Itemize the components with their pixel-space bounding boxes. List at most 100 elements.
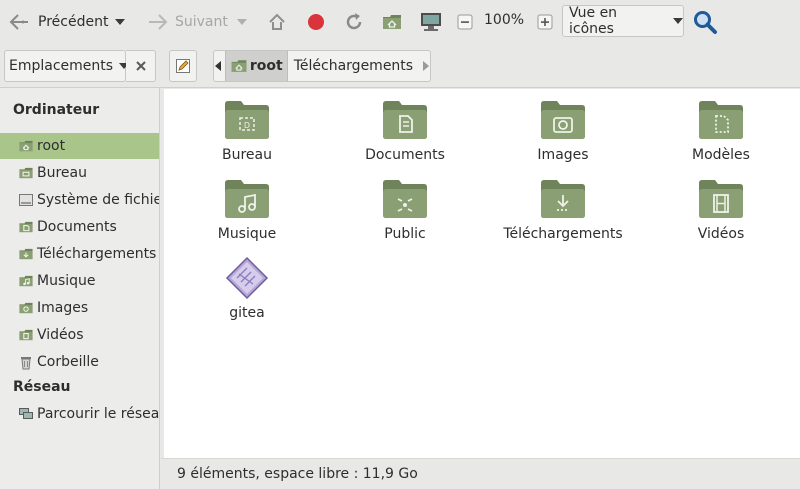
- file-name: Documents: [365, 147, 445, 163]
- sidebar-item-label: Parcourir le réseau: [37, 406, 159, 422]
- home-folder-icon: [231, 60, 247, 72]
- sidebar-item-downloads[interactable]: Téléchargements: [0, 241, 159, 267]
- sidebar: Ordinateur root Bureau Système de fichie…: [0, 88, 160, 489]
- desktop-folder-icon: D: [225, 101, 269, 139]
- documents-folder-icon: [383, 101, 427, 139]
- file-item-bureau[interactable]: D Bureau: [177, 98, 317, 163]
- music-folder-icon: [19, 275, 33, 287]
- breadcrumb-scroll-right[interactable]: [419, 51, 430, 81]
- chevron-down-icon: [115, 19, 125, 25]
- up-arrow-icon: [269, 13, 285, 30]
- network-icon: [19, 408, 33, 419]
- breadcrumb-scroll-left[interactable]: [214, 51, 225, 81]
- view-mode-select[interactable]: Vue en icônes: [562, 5, 684, 37]
- sidebar-item-images[interactable]: Images: [0, 295, 159, 321]
- main-toolbar: Précédent Suivant 100% Vue en icônes: [0, 0, 800, 44]
- toggle-location-entry-button[interactable]: [169, 50, 197, 82]
- sidebar-item-videos[interactable]: Vidéos: [0, 322, 159, 348]
- chevron-down-icon: [237, 19, 247, 25]
- svg-text:D: D: [244, 121, 250, 130]
- file-item-telechargements[interactable]: Téléchargements: [493, 177, 633, 242]
- sidebar-item-filesystem[interactable]: Système de fichiers: [0, 187, 159, 213]
- sidebar-item-label: Corbeille: [37, 354, 99, 370]
- forward-arrow-icon: [149, 14, 168, 30]
- file-item-documents[interactable]: Documents: [335, 98, 475, 163]
- zoom-out-button[interactable]: [457, 6, 473, 38]
- pictures-folder-icon: [19, 302, 33, 314]
- zoom-in-icon: [537, 14, 553, 30]
- zoom-level: 100%: [484, 12, 525, 28]
- search-button[interactable]: [692, 6, 718, 38]
- up-button[interactable]: [266, 6, 288, 38]
- chevron-down-icon: [673, 18, 683, 24]
- sidebar-item-documents[interactable]: Documents: [0, 214, 159, 240]
- file-item-videos[interactable]: Vidéos: [651, 177, 791, 242]
- file-name: gitea: [229, 305, 265, 321]
- videos-folder-icon: [699, 180, 743, 218]
- sidebar-item-label: Système de fichiers: [37, 192, 159, 208]
- status-bar: 9 éléments, espace libre : 11,9 Go: [161, 458, 800, 489]
- sidebar-item-bureau[interactable]: Bureau: [0, 160, 159, 186]
- search-icon: [694, 11, 717, 34]
- computer-button[interactable]: [419, 6, 443, 38]
- breadcrumb-downloads-label: Téléchargements: [293, 58, 414, 74]
- forward-label: Suivant: [175, 14, 228, 30]
- zoom-out-icon: [457, 14, 473, 30]
- file-name: Vidéos: [697, 226, 745, 242]
- sidebar-heading-network: Réseau: [13, 379, 71, 395]
- sidebar-item-network[interactable]: Parcourir le réseau: [0, 401, 159, 427]
- sidebar-heading-computer: Ordinateur: [13, 102, 100, 118]
- file-item-gitea[interactable]: gitea: [177, 256, 317, 321]
- file-name: Modèles: [692, 147, 750, 163]
- sidebar-item-label: root: [37, 138, 66, 154]
- binary-file-icon: [225, 256, 269, 300]
- back-button[interactable]: Précédent: [8, 6, 108, 38]
- pictures-folder-icon: [541, 101, 585, 139]
- music-folder-icon: [225, 180, 269, 218]
- sidebar-item-trash[interactable]: Corbeille: [0, 349, 159, 375]
- forward-button[interactable]: Suivant: [145, 6, 228, 38]
- reload-button[interactable]: [343, 6, 365, 38]
- sidebar-item-label: Bureau: [37, 165, 87, 181]
- file-item-modeles[interactable]: Modèles: [651, 98, 791, 163]
- places-dropdown[interactable]: Emplacements: [4, 50, 130, 82]
- close-icon: [135, 61, 146, 71]
- downloads-folder-icon: [19, 248, 33, 260]
- file-item-public[interactable]: Public: [335, 177, 475, 242]
- home-folder-icon: [383, 15, 401, 29]
- edit-pencil-icon: [176, 59, 190, 73]
- sidebar-item-label: Images: [37, 300, 89, 316]
- filesystem-icon: [19, 194, 33, 206]
- stop-icon: [308, 14, 324, 30]
- breadcrumb: root Téléchargements: [213, 50, 431, 82]
- places-label: Emplacements: [9, 58, 114, 74]
- breadcrumb-root-label: root: [249, 58, 283, 74]
- templates-folder-icon: [699, 101, 743, 139]
- zoom-in-button[interactable]: [537, 6, 553, 38]
- location-bar: Emplacements root Téléchargements: [0, 44, 800, 88]
- back-label: Précédent: [38, 14, 109, 30]
- file-item-images[interactable]: Images: [493, 98, 633, 163]
- stop-button[interactable]: [305, 6, 327, 38]
- back-arrow-icon: [9, 14, 28, 30]
- back-history-dropdown[interactable]: [115, 6, 125, 38]
- trash-icon: [21, 357, 31, 370]
- home-button[interactable]: [381, 6, 403, 38]
- file-name: Téléchargements: [503, 226, 623, 242]
- file-icon-view: D Bureau Documents Images Modèles Musiqu…: [164, 89, 800, 458]
- sidebar-item-root[interactable]: root: [0, 133, 159, 159]
- downloads-folder-icon: [541, 180, 585, 218]
- sidebar-item-music[interactable]: Musique: [0, 268, 159, 294]
- chevron-right-icon: [422, 61, 429, 71]
- reload-icon: [346, 13, 362, 30]
- file-name: Bureau: [222, 147, 272, 163]
- close-sidebar-button[interactable]: [126, 50, 156, 82]
- home-folder-icon: [19, 140, 33, 152]
- chevron-left-icon: [215, 61, 222, 71]
- file-item-musique[interactable]: Musique: [177, 177, 317, 242]
- sidebar-item-label: Téléchargements: [37, 246, 157, 262]
- view-mode-label: Vue en icônes: [569, 5, 618, 37]
- breadcrumb-downloads[interactable]: Téléchargements: [288, 58, 419, 74]
- breadcrumb-root[interactable]: root: [224, 51, 288, 81]
- forward-history-dropdown[interactable]: [237, 6, 247, 38]
